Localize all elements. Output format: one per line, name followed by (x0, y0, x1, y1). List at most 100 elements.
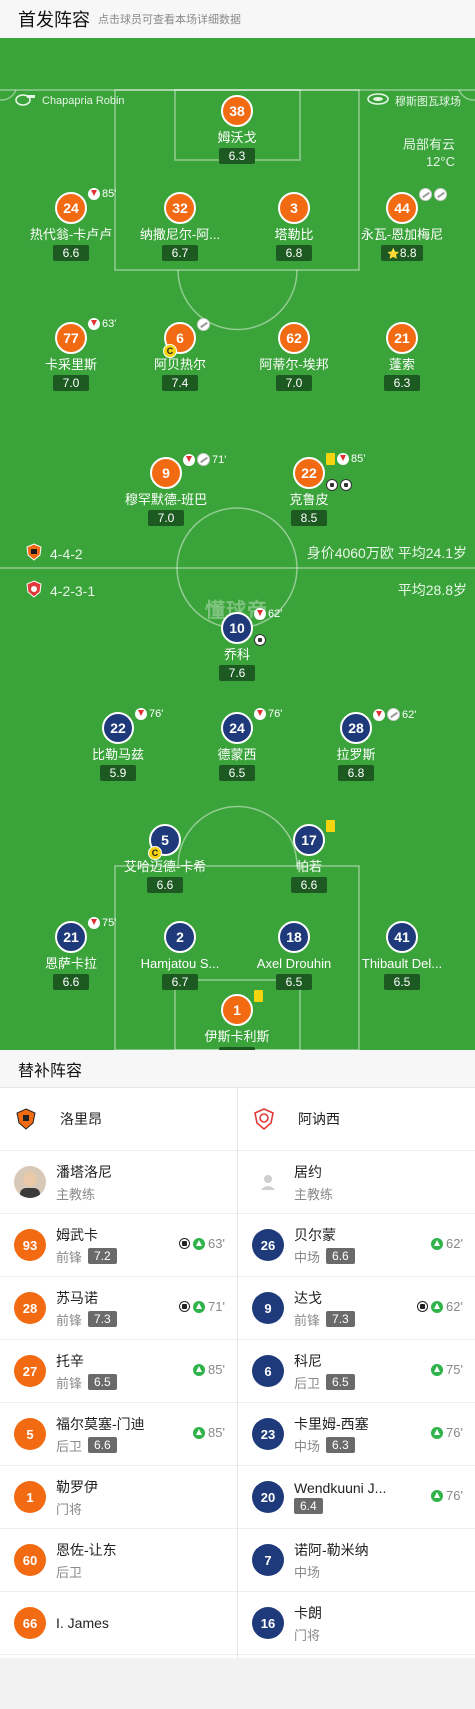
player-card[interactable]: 9 71' 穆罕默德-班巴 7.0 (111, 453, 226, 527)
player-rating: 8.5 (291, 510, 327, 526)
player-card[interactable]: 28 62' 拉罗斯 6.8 (301, 708, 416, 782)
player-card[interactable]: 1伊斯卡利斯7.0 (182, 990, 292, 1050)
player-card[interactable]: 10 62' 乔科 7.6 (182, 608, 292, 682)
player-name: 阿贝热尔 (153, 357, 206, 372)
player-card[interactable]: 22 85' 克鲁皮 8.5 (254, 453, 365, 527)
player-card[interactable]: 6 C 阿贝热尔 7.4 (125, 318, 235, 392)
sub-row[interactable]: 60 恩佐-让东 后卫 (0, 1529, 237, 1592)
player-events: 63' (88, 318, 116, 330)
sub-meta: 主教练 (56, 1184, 112, 1203)
player-card[interactable]: 77 63' 卡采里斯 7.0 (16, 318, 126, 392)
player-rating: 6.6 (291, 877, 327, 893)
referee-name: Chapapria Robin (42, 94, 125, 107)
player-card[interactable]: 21 蓬索 6.3 (347, 322, 457, 392)
away-team-row[interactable]: 阿讷西 (238, 1088, 475, 1151)
injury-icon (197, 453, 210, 466)
sub-row[interactable]: 5 福尔莫塞-门迪 后卫 6.6 85' (0, 1403, 237, 1466)
sub-name: 苏马诺 (56, 1289, 98, 1306)
sub-row[interactable]: 潘塔洛尼 主教练 (0, 1151, 237, 1214)
sub-row[interactable]: 20 Wendkuuni J... 6.4 76' (238, 1466, 475, 1529)
sub-meta: 6.4 (294, 1498, 386, 1514)
goal-icon (179, 1301, 191, 1312)
sub-out-icon (337, 453, 349, 465)
sub-in-minute: 63' (208, 1236, 225, 1251)
sub-name: 恩佐-让东 (56, 1541, 117, 1558)
sub-row[interactable]: 6 科尼 后卫 6.5 75' (238, 1340, 475, 1403)
player-card[interactable]: 2 Hamjatou S... 6.7 (125, 921, 235, 991)
sub-rating: 6.6 (88, 1437, 117, 1453)
sub-number-badge: 9 (252, 1292, 284, 1324)
sub-name: 卡朗 (294, 1604, 322, 1621)
player-card[interactable]: 22 76' 比勒马兹 5.9 (63, 708, 173, 782)
rating-value: 6.5 (285, 975, 303, 989)
sub-in-minute: 71' (208, 1299, 225, 1314)
sub-info: 潘塔洛尼 主教练 (56, 1162, 112, 1203)
player-rating: 6.7 (162, 974, 198, 990)
sub-position: 中场 (294, 1249, 321, 1265)
sub-info: 科尼 后卫 6.5 (294, 1351, 355, 1392)
player-rating: 6.3 (384, 375, 420, 391)
home-team-row[interactable]: 洛里昂 (0, 1088, 237, 1151)
player-rating: 6.6 (53, 974, 89, 990)
player-card[interactable]: 41 Thibault Del... 6.5 (347, 921, 457, 991)
rating-value: 6.6 (62, 975, 80, 989)
player-card[interactable]: 3 塔勒比 6.8 (239, 192, 349, 262)
sub-meta: 前锋 7.3 (294, 1310, 355, 1329)
sub-number-badge: 5 (14, 1418, 46, 1450)
player-number-badge: 1 (221, 994, 253, 1026)
sub-events: 71' (179, 1299, 225, 1314)
sub-row[interactable]: 16 卡朗 门将 (238, 1592, 475, 1655)
player-card[interactable]: 62 阿蒂尔-埃邦 7.0 (239, 322, 349, 392)
sub-out-icon (88, 188, 100, 200)
sub-in-icon (193, 1363, 206, 1376)
player-card[interactable]: 17 帕若 6.6 (254, 820, 364, 894)
sub-rating: 7.2 (88, 1248, 117, 1264)
sub-meta: 门将 (294, 1625, 322, 1644)
sub-row[interactable]: 26 贝尔蒙 中场 6.6 62' (238, 1214, 475, 1277)
player-card[interactable]: 5 C 艾哈迈德-卡希 6.6 (110, 824, 220, 894)
player-name: 姆沃戈 (217, 130, 257, 145)
subs-title: 替补阵容 (0, 1050, 475, 1088)
sub-info: 福尔莫塞-门迪 后卫 6.6 (56, 1414, 145, 1455)
goal-icon (340, 479, 352, 491)
player-card[interactable]: 24 85' 热代翁-卡卢卢 6.6 (16, 188, 126, 262)
sub-number-badge: 7 (252, 1544, 284, 1576)
player-number-badge: 24 (55, 192, 87, 224)
player-rating: 6.7 (162, 245, 198, 261)
sub-name: 诺阿-勒米纳 (294, 1541, 369, 1558)
yellow-card-icon (326, 453, 335, 465)
sub-position: 后卫 (56, 1564, 83, 1580)
player-card[interactable]: 24 76' 德蒙西 6.5 (182, 708, 292, 782)
sub-events: 85' (193, 1425, 225, 1440)
rating-value: 7.4 (171, 376, 189, 390)
player-name: 蓬索 (388, 357, 415, 372)
sub-events: 62' (417, 1299, 463, 1314)
player-card[interactable]: 18 Axel Drouhin 6.5 (239, 921, 349, 991)
player-number-badge: 17 (293, 824, 325, 856)
sub-row[interactable]: 9 达戈 前锋 7.3 62' (238, 1277, 475, 1340)
player-name: 乔科 (223, 647, 250, 662)
player-card[interactable]: 38 姆沃戈 6.3 (182, 95, 292, 165)
sub-position: 后卫 (294, 1375, 321, 1391)
player-events: 85' (326, 453, 365, 465)
rating-value: 6.6 (62, 246, 80, 260)
sub-position: 中场 (294, 1564, 321, 1580)
sub-row[interactable]: 7 诺阿-勒米纳 中场 (238, 1529, 475, 1592)
sub-minute: 62' (268, 608, 283, 620)
rating-value: 8.8 (399, 246, 417, 260)
sub-row[interactable]: 23 卡里姆-西塞 中场 6.3 76' (238, 1403, 475, 1466)
sub-row[interactable]: 93 姆武卡 前锋 7.2 63' (0, 1214, 237, 1277)
sub-row[interactable]: 1 勒罗伊 门将 (0, 1466, 237, 1529)
sub-name: 姆武卡 (56, 1226, 98, 1243)
sub-in-icon (431, 1489, 444, 1502)
stadium-info: 穆斯图瓦球场 (367, 92, 461, 109)
sub-row[interactable]: 27 托辛 前锋 6.5 85' (0, 1340, 237, 1403)
player-card[interactable]: 44 永瓦-恩加梅尼 ⭐8.8 (347, 188, 457, 262)
sub-row[interactable]: 居约 主教练 (238, 1151, 475, 1214)
player-events (326, 820, 335, 832)
sub-row[interactable]: 28 苏马诺 前锋 7.3 71' (0, 1277, 237, 1340)
player-card[interactable]: 32 纳撒尼尔-阿... 6.7 (125, 192, 235, 262)
sub-row[interactable]: 66 I. James (0, 1592, 237, 1655)
player-name: 穆罕默德-班巴 (124, 492, 208, 507)
player-card[interactable]: 21 75' 恩萨卡拉 6.6 (16, 917, 126, 991)
